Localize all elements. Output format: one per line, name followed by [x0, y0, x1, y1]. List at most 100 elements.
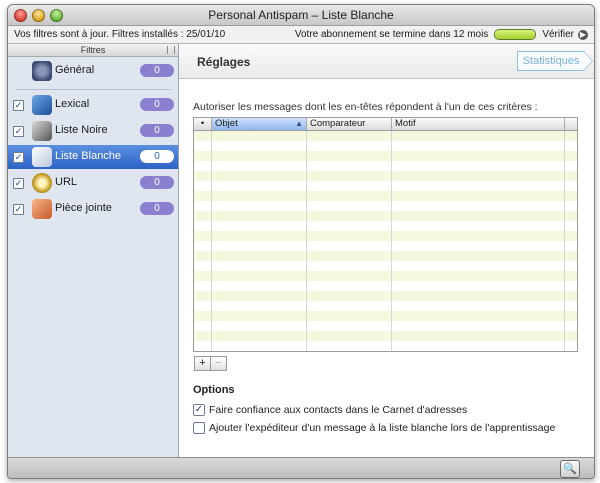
- table-row[interactable]: [194, 221, 577, 231]
- minimize-window-button[interactable]: [32, 9, 45, 22]
- window-title: Personal Antispam – Liste Blanche: [208, 8, 394, 22]
- column-header-bullet[interactable]: •: [194, 118, 212, 130]
- title-bar: Personal Antispam – Liste Blanche: [8, 5, 594, 26]
- sidebar-item-blacklist[interactable]: ✓ Liste Noire 0: [8, 119, 178, 143]
- arrow-right-icon: ▶: [578, 29, 588, 40]
- table-row[interactable]: [194, 161, 577, 171]
- table-row[interactable]: [194, 281, 577, 291]
- sidebar-item-label: URL: [55, 176, 78, 188]
- table-row[interactable]: [194, 321, 577, 331]
- sidebar-item-count: 0: [140, 150, 174, 163]
- sidebar-item-whitelist[interactable]: ✓ Liste Blanche 0: [8, 145, 178, 169]
- page-title: Réglages: [197, 55, 251, 69]
- sort-ascending-icon: ▲: [295, 119, 303, 128]
- option-trust-contacts[interactable]: ✓ Faire confiance aux contacts dans le C…: [193, 404, 467, 416]
- lexical-icon: [32, 95, 52, 115]
- table-row[interactable]: [194, 231, 577, 241]
- table-row[interactable]: [194, 171, 577, 181]
- inspect-log-button[interactable]: 🔍: [560, 460, 580, 478]
- statistics-button[interactable]: Statistiques: [517, 51, 593, 71]
- trust-contacts-checkbox[interactable]: ✓: [193, 404, 205, 416]
- column-divider: [391, 131, 392, 351]
- table-row[interactable]: [194, 261, 577, 271]
- settings-panel: Réglages Statistiques Autoriser les mess…: [179, 44, 594, 457]
- column-header-objet[interactable]: Objet ▲: [212, 118, 307, 130]
- resize-grip-icon[interactable]: [167, 46, 175, 54]
- filter-checkbox-lexical[interactable]: ✓: [13, 100, 24, 111]
- table-row[interactable]: [194, 191, 577, 201]
- table-row[interactable]: [194, 181, 577, 191]
- sidebar-header: Filtres: [8, 44, 178, 57]
- column-divider: [306, 131, 307, 351]
- whitelist-icon: [32, 147, 52, 167]
- option-label: Faire confiance aux contacts dans le Car…: [209, 404, 468, 416]
- verify-button[interactable]: Vérifier ▶: [542, 26, 588, 43]
- table-row[interactable]: [194, 201, 577, 211]
- table-row[interactable]: [194, 301, 577, 311]
- filter-checkbox-attachment[interactable]: ✓: [13, 204, 24, 215]
- subscription-text: Votre abonnement se termine dans 12 mois: [294, 29, 489, 40]
- table-row[interactable]: [194, 271, 577, 281]
- subscription-progress-fill: [495, 30, 536, 39]
- table-row[interactable]: [194, 331, 577, 341]
- sidebar-item-label: Lexical: [55, 98, 90, 110]
- table-row[interactable]: [194, 141, 577, 151]
- add-rule-button[interactable]: +: [194, 356, 211, 371]
- table-row[interactable]: [194, 291, 577, 301]
- column-divider: [564, 131, 565, 351]
- column-divider: [211, 131, 212, 351]
- filter-checkbox-blacklist[interactable]: ✓: [13, 126, 24, 137]
- table-row[interactable]: [194, 341, 577, 351]
- sidebar-item-count: 0: [140, 98, 174, 111]
- sidebar-item-label: Liste Noire: [55, 124, 108, 136]
- option-add-sender-learning[interactable]: Ajouter l'expéditeur d'un message à la l…: [193, 422, 555, 434]
- filters-sidebar: Filtres Général 0 ✓ Lexical 0 ✓ Liste No…: [8, 44, 179, 457]
- sidebar-item-general[interactable]: Général 0: [8, 59, 178, 83]
- url-icon: [32, 173, 52, 193]
- criteria-table[interactable]: • Objet ▲ Comparateur Motif: [193, 117, 578, 352]
- verify-label: Vérifier: [542, 29, 574, 40]
- sidebar-item-count: 0: [140, 124, 174, 137]
- magnifier-document-icon: 🔍: [563, 463, 577, 475]
- subscription-area: Votre abonnement se termine dans 12 mois…: [295, 26, 588, 43]
- table-row[interactable]: [194, 311, 577, 321]
- sidebar-item-count: 0: [140, 64, 174, 77]
- table-row[interactable]: [194, 131, 577, 141]
- close-window-button[interactable]: [14, 9, 27, 22]
- filter-checkbox-whitelist[interactable]: ✓: [13, 152, 24, 163]
- column-header-comparateur[interactable]: Comparateur: [307, 118, 392, 130]
- table-row[interactable]: [194, 211, 577, 221]
- status-bar: Vos filtres sont à jour. Filtres install…: [8, 26, 594, 44]
- option-label: Ajouter l'expéditeur d'un message à la l…: [209, 422, 556, 434]
- panel-header: Réglages Statistiques: [179, 44, 594, 79]
- table-row[interactable]: [194, 151, 577, 161]
- zoom-window-button[interactable]: [50, 9, 63, 22]
- sidebar-item-count: 0: [140, 202, 174, 215]
- gear-icon: [32, 61, 52, 81]
- sidebar-item-label: Pièce jointe: [55, 202, 112, 214]
- criteria-description: Autoriser les messages dont les en-têtes…: [193, 101, 538, 113]
- sidebar-header-label: Filtres: [80, 45, 106, 55]
- subscription-progress: [494, 29, 537, 40]
- bottom-toolbar: 🔍: [8, 457, 594, 478]
- window-controls: [14, 8, 68, 28]
- table-row[interactable]: [194, 251, 577, 261]
- app-window: Personal Antispam – Liste Blanche Vos fi…: [7, 4, 595, 479]
- sidebar-item-attachment[interactable]: ✓ Pièce jointe 0: [8, 197, 178, 221]
- filter-checkbox-url[interactable]: ✓: [13, 178, 24, 189]
- table-row[interactable]: [194, 241, 577, 251]
- remove-rule-button[interactable]: −: [211, 356, 227, 371]
- options-heading: Options: [193, 384, 235, 396]
- column-header-motif[interactable]: Motif: [392, 118, 565, 130]
- sidebar-divider: [16, 89, 171, 90]
- sidebar-item-count: 0: [140, 176, 174, 189]
- filters-status-text: Vos filtres sont à jour. Filtres install…: [14, 29, 226, 40]
- sidebar-item-lexical[interactable]: ✓ Lexical 0: [8, 93, 178, 117]
- add-sender-checkbox[interactable]: [193, 422, 205, 434]
- blacklist-icon: [32, 121, 52, 141]
- sidebar-item-url[interactable]: ✓ URL 0: [8, 171, 178, 195]
- attachment-icon: [32, 199, 52, 219]
- column-header-label: Objet: [215, 118, 238, 129]
- table-header: • Objet ▲ Comparateur Motif: [194, 118, 577, 131]
- sidebar-item-label: Liste Blanche: [55, 150, 122, 162]
